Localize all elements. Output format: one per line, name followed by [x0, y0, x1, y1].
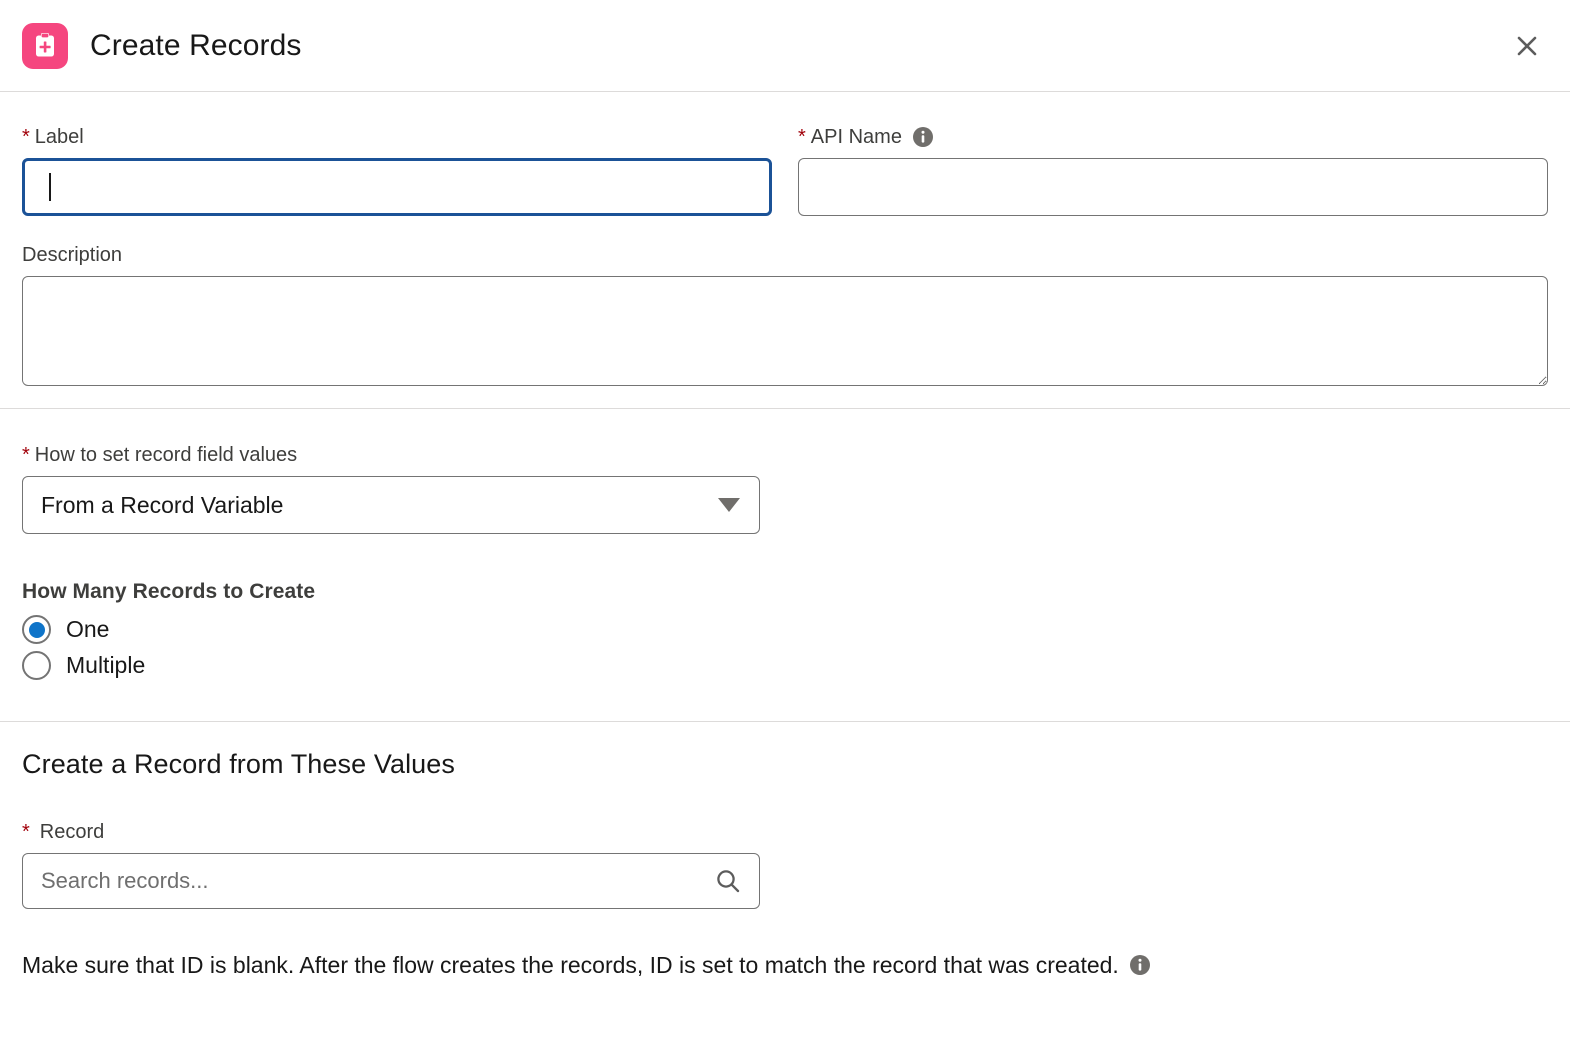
- radio-selected-dot: [28, 621, 45, 638]
- required-asterisk: *: [22, 444, 30, 466]
- description-textarea[interactable]: [22, 276, 1548, 386]
- radio-option-one-label: One: [66, 616, 110, 642]
- label-field-label: * Label: [22, 125, 772, 149]
- label-field-label-text: Label: [34, 126, 84, 148]
- api-name-field-label: * API Name: [798, 125, 1548, 149]
- api-name-input[interactable]: [798, 158, 1548, 216]
- values-section: Create a Record from These Values * Reco…: [0, 722, 1570, 980]
- info-icon[interactable]: [1129, 954, 1151, 976]
- label-input[interactable]: [22, 158, 772, 216]
- api-name-field-label-text: API Name: [810, 126, 902, 148]
- page-title: Create Records: [90, 28, 302, 62]
- record-help-text: Make sure that ID is blank. After the fl…: [22, 951, 1548, 980]
- how-to-set-values-label-text: How to set record field values: [34, 444, 298, 466]
- required-asterisk: *: [22, 126, 30, 148]
- how-many-records-group: How Many Records to Create One Multiple: [0, 534, 1570, 721]
- radio-button-multiple[interactable]: [22, 651, 51, 680]
- text-caret: [49, 173, 51, 201]
- record-help-text-content: Make sure that ID is blank. After the fl…: [22, 952, 1119, 978]
- required-asterisk: *: [22, 821, 30, 843]
- close-icon[interactable]: [1508, 27, 1546, 65]
- record-field-label: * Record: [22, 820, 1548, 844]
- identity-fields-row: * Label * API Name: [0, 92, 1570, 216]
- create-records-dialog: Create Records * Label * API Name Descri…: [0, 0, 1570, 1060]
- info-icon[interactable]: [912, 126, 934, 148]
- values-section-heading: Create a Record from These Values: [22, 749, 456, 779]
- record-search-input[interactable]: [22, 853, 760, 909]
- radio-button-one[interactable]: [22, 615, 51, 644]
- how-many-records-legend: How Many Records to Create: [22, 580, 316, 603]
- radio-option-multiple-label: Multiple: [66, 652, 146, 678]
- description-field-group: Description: [0, 216, 1570, 408]
- label-field-group: * Label: [22, 125, 772, 216]
- required-asterisk: *: [798, 126, 806, 148]
- how-to-set-values-label: * How to set record field values: [22, 443, 1548, 467]
- radio-option-one[interactable]: One: [22, 615, 109, 644]
- api-name-field-group: * API Name: [798, 125, 1548, 216]
- description-field-label: Description: [22, 243, 1548, 267]
- dialog-header: Create Records: [0, 0, 1570, 92]
- description-field-label-text: Description: [22, 244, 123, 266]
- radio-option-multiple[interactable]: Multiple: [22, 651, 145, 680]
- create-records-clipboard-plus-icon: [22, 22, 68, 69]
- how-to-set-values-select[interactable]: From a Record Variable: [22, 476, 760, 534]
- how-to-set-values-group: * How to set record field values From a …: [0, 409, 1570, 534]
- record-field-label-text: Record: [39, 821, 105, 843]
